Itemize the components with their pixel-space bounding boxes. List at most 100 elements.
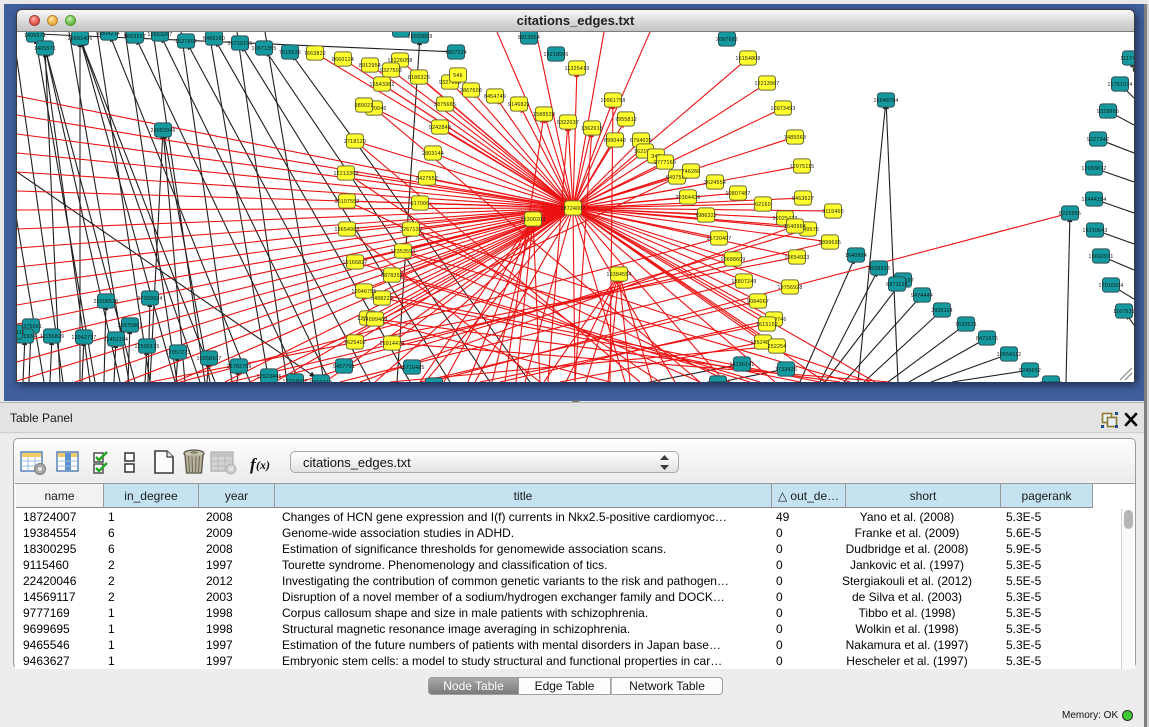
svg-text:19384554: 19384554 xyxy=(606,272,631,278)
svg-text:10719155: 10719155 xyxy=(227,41,252,47)
svg-text:1405571: 1405571 xyxy=(34,46,56,52)
svg-text:20206536: 20206536 xyxy=(93,299,118,305)
svg-text:1527602: 1527602 xyxy=(175,39,197,45)
svg-text:7955812: 7955812 xyxy=(615,117,637,123)
svg-text:16914479: 16914479 xyxy=(379,341,404,347)
svg-text:10973493: 10973493 xyxy=(770,106,795,112)
svg-text:1640954: 1640954 xyxy=(845,253,867,259)
svg-text:8427552: 8427552 xyxy=(416,176,438,182)
svg-text:10958107: 10958107 xyxy=(196,356,221,362)
svg-text:8804214: 8804214 xyxy=(98,32,120,37)
svg-text:10107552: 10107552 xyxy=(334,199,359,205)
svg-text:1615152: 1615152 xyxy=(756,322,778,328)
svg-text:8471676: 8471676 xyxy=(976,336,998,342)
svg-text:7625402: 7625402 xyxy=(344,340,366,346)
svg-text:18724007: 18724007 xyxy=(560,206,585,212)
svg-text:11156829: 11156829 xyxy=(40,334,64,340)
svg-text:16154808: 16154808 xyxy=(735,56,760,62)
svg-text:19756928: 19756928 xyxy=(777,285,802,291)
svg-text:12093872: 12093872 xyxy=(1081,166,1106,172)
svg-text:30975867: 30975867 xyxy=(117,323,142,329)
svg-text:17016504: 17016504 xyxy=(1098,283,1123,289)
svg-text:12213967: 12213967 xyxy=(754,81,779,87)
svg-text:18807249: 18807249 xyxy=(731,279,756,285)
svg-text:7857224: 7857224 xyxy=(445,50,467,56)
svg-text:9653267: 9653267 xyxy=(124,34,146,40)
svg-text:9245652: 9245652 xyxy=(1019,368,1041,374)
svg-text:9899695: 9899695 xyxy=(819,240,841,246)
svg-text:14099489: 14099489 xyxy=(362,317,387,323)
svg-text:6794028: 6794028 xyxy=(630,138,652,144)
svg-text:16648784: 16648784 xyxy=(873,98,898,104)
svg-text:10046755: 10046755 xyxy=(351,289,376,295)
svg-text:5322037: 5322037 xyxy=(557,120,579,126)
svg-text:8186325: 8186325 xyxy=(408,75,430,81)
svg-text:8215955: 8215955 xyxy=(1059,211,1081,217)
svg-text:16782759: 16782759 xyxy=(226,364,251,370)
svg-text:11325419: 11325419 xyxy=(565,66,590,72)
svg-text:2087682: 2087682 xyxy=(716,37,738,43)
svg-text:12353594: 12353594 xyxy=(390,249,415,255)
svg-text:(x): (x) xyxy=(256,458,270,472)
svg-text:9242848: 9242848 xyxy=(429,125,451,131)
svg-text:15692971: 15692971 xyxy=(1088,254,1113,260)
svg-text:19654923: 19654923 xyxy=(784,255,809,261)
svg-text:17359924: 17359924 xyxy=(137,296,162,302)
svg-text:1405571: 1405571 xyxy=(24,33,46,39)
svg-text:20691406: 20691406 xyxy=(67,36,92,42)
svg-text:15716485: 15716485 xyxy=(399,365,424,371)
svg-text:2867608: 2867608 xyxy=(460,88,482,94)
svg-text:1117404: 1117404 xyxy=(1120,56,1134,62)
svg-text:1733988: 1733988 xyxy=(707,381,729,382)
svg-text:7663822: 7663822 xyxy=(304,51,326,57)
svg-text:9327503: 9327503 xyxy=(380,68,402,74)
svg-text:9329966: 9329966 xyxy=(1097,109,1119,115)
svg-text:7515536: 7515536 xyxy=(279,50,301,56)
svg-text:10653267: 10653267 xyxy=(147,32,172,38)
svg-text:9084067: 9084067 xyxy=(747,299,769,305)
svg-text:9310442: 9310442 xyxy=(310,380,332,382)
svg-text:10688609: 10688609 xyxy=(720,257,745,263)
svg-text:9146821: 9146821 xyxy=(508,102,530,108)
svg-text:11451194: 11451194 xyxy=(104,337,128,343)
svg-text:1588520: 1588520 xyxy=(533,112,555,118)
svg-text:746266: 746266 xyxy=(682,169,701,175)
svg-text:917006: 917006 xyxy=(411,201,430,207)
svg-text:10807487: 10807487 xyxy=(725,191,750,197)
svg-text:8990448: 8990448 xyxy=(604,138,626,144)
svg-text:9115460: 9115460 xyxy=(822,209,844,215)
svg-text:14136141: 14136141 xyxy=(729,362,754,368)
svg-text:2718120: 2718120 xyxy=(344,139,366,145)
svg-text:9227342: 9227342 xyxy=(1087,137,1109,143)
svg-text:12923445: 12923445 xyxy=(256,374,281,380)
svg-text:12024502: 12024502 xyxy=(282,379,307,382)
svg-text:15751074: 15751074 xyxy=(1107,82,1132,88)
svg-text:16210643: 16210643 xyxy=(1082,228,1107,234)
svg-text:2935114: 2935114 xyxy=(931,308,953,314)
svg-text:1167531: 1167531 xyxy=(1113,309,1134,315)
svg-text:20364436: 20364436 xyxy=(675,195,700,201)
svg-text:15720407: 15720407 xyxy=(706,236,731,242)
svg-text:10033809: 10033809 xyxy=(407,34,432,40)
svg-text:20053346: 20053346 xyxy=(150,128,175,134)
svg-text:3624554: 3624554 xyxy=(704,180,726,186)
svg-text:3267130: 3267130 xyxy=(400,227,422,233)
svg-text:5498222: 5498222 xyxy=(371,296,393,302)
svg-text:9463627: 9463627 xyxy=(792,196,814,202)
svg-text:8938923: 8938923 xyxy=(868,266,890,272)
svg-text:12942737: 12942737 xyxy=(71,335,96,341)
svg-text:7485063: 7485063 xyxy=(784,135,806,141)
svg-text:252254: 252254 xyxy=(768,344,787,350)
svg-text:16543362: 16543362 xyxy=(369,82,394,88)
svg-text:19654983: 19654983 xyxy=(334,227,359,233)
svg-text:10654112: 10654112 xyxy=(997,352,1022,358)
svg-text:2803144: 2803144 xyxy=(422,151,444,157)
svg-text:8454749: 8454749 xyxy=(484,94,506,100)
svg-text:8660124: 8660124 xyxy=(332,57,354,63)
svg-text:3875685: 3875685 xyxy=(434,102,456,108)
svg-text:62160: 62160 xyxy=(755,202,771,208)
svg-text:9777169: 9777169 xyxy=(654,160,676,166)
svg-text:7986322: 7986322 xyxy=(695,213,717,219)
svg-text:546: 546 xyxy=(453,73,462,79)
svg-text:9474444: 9474444 xyxy=(911,293,933,299)
